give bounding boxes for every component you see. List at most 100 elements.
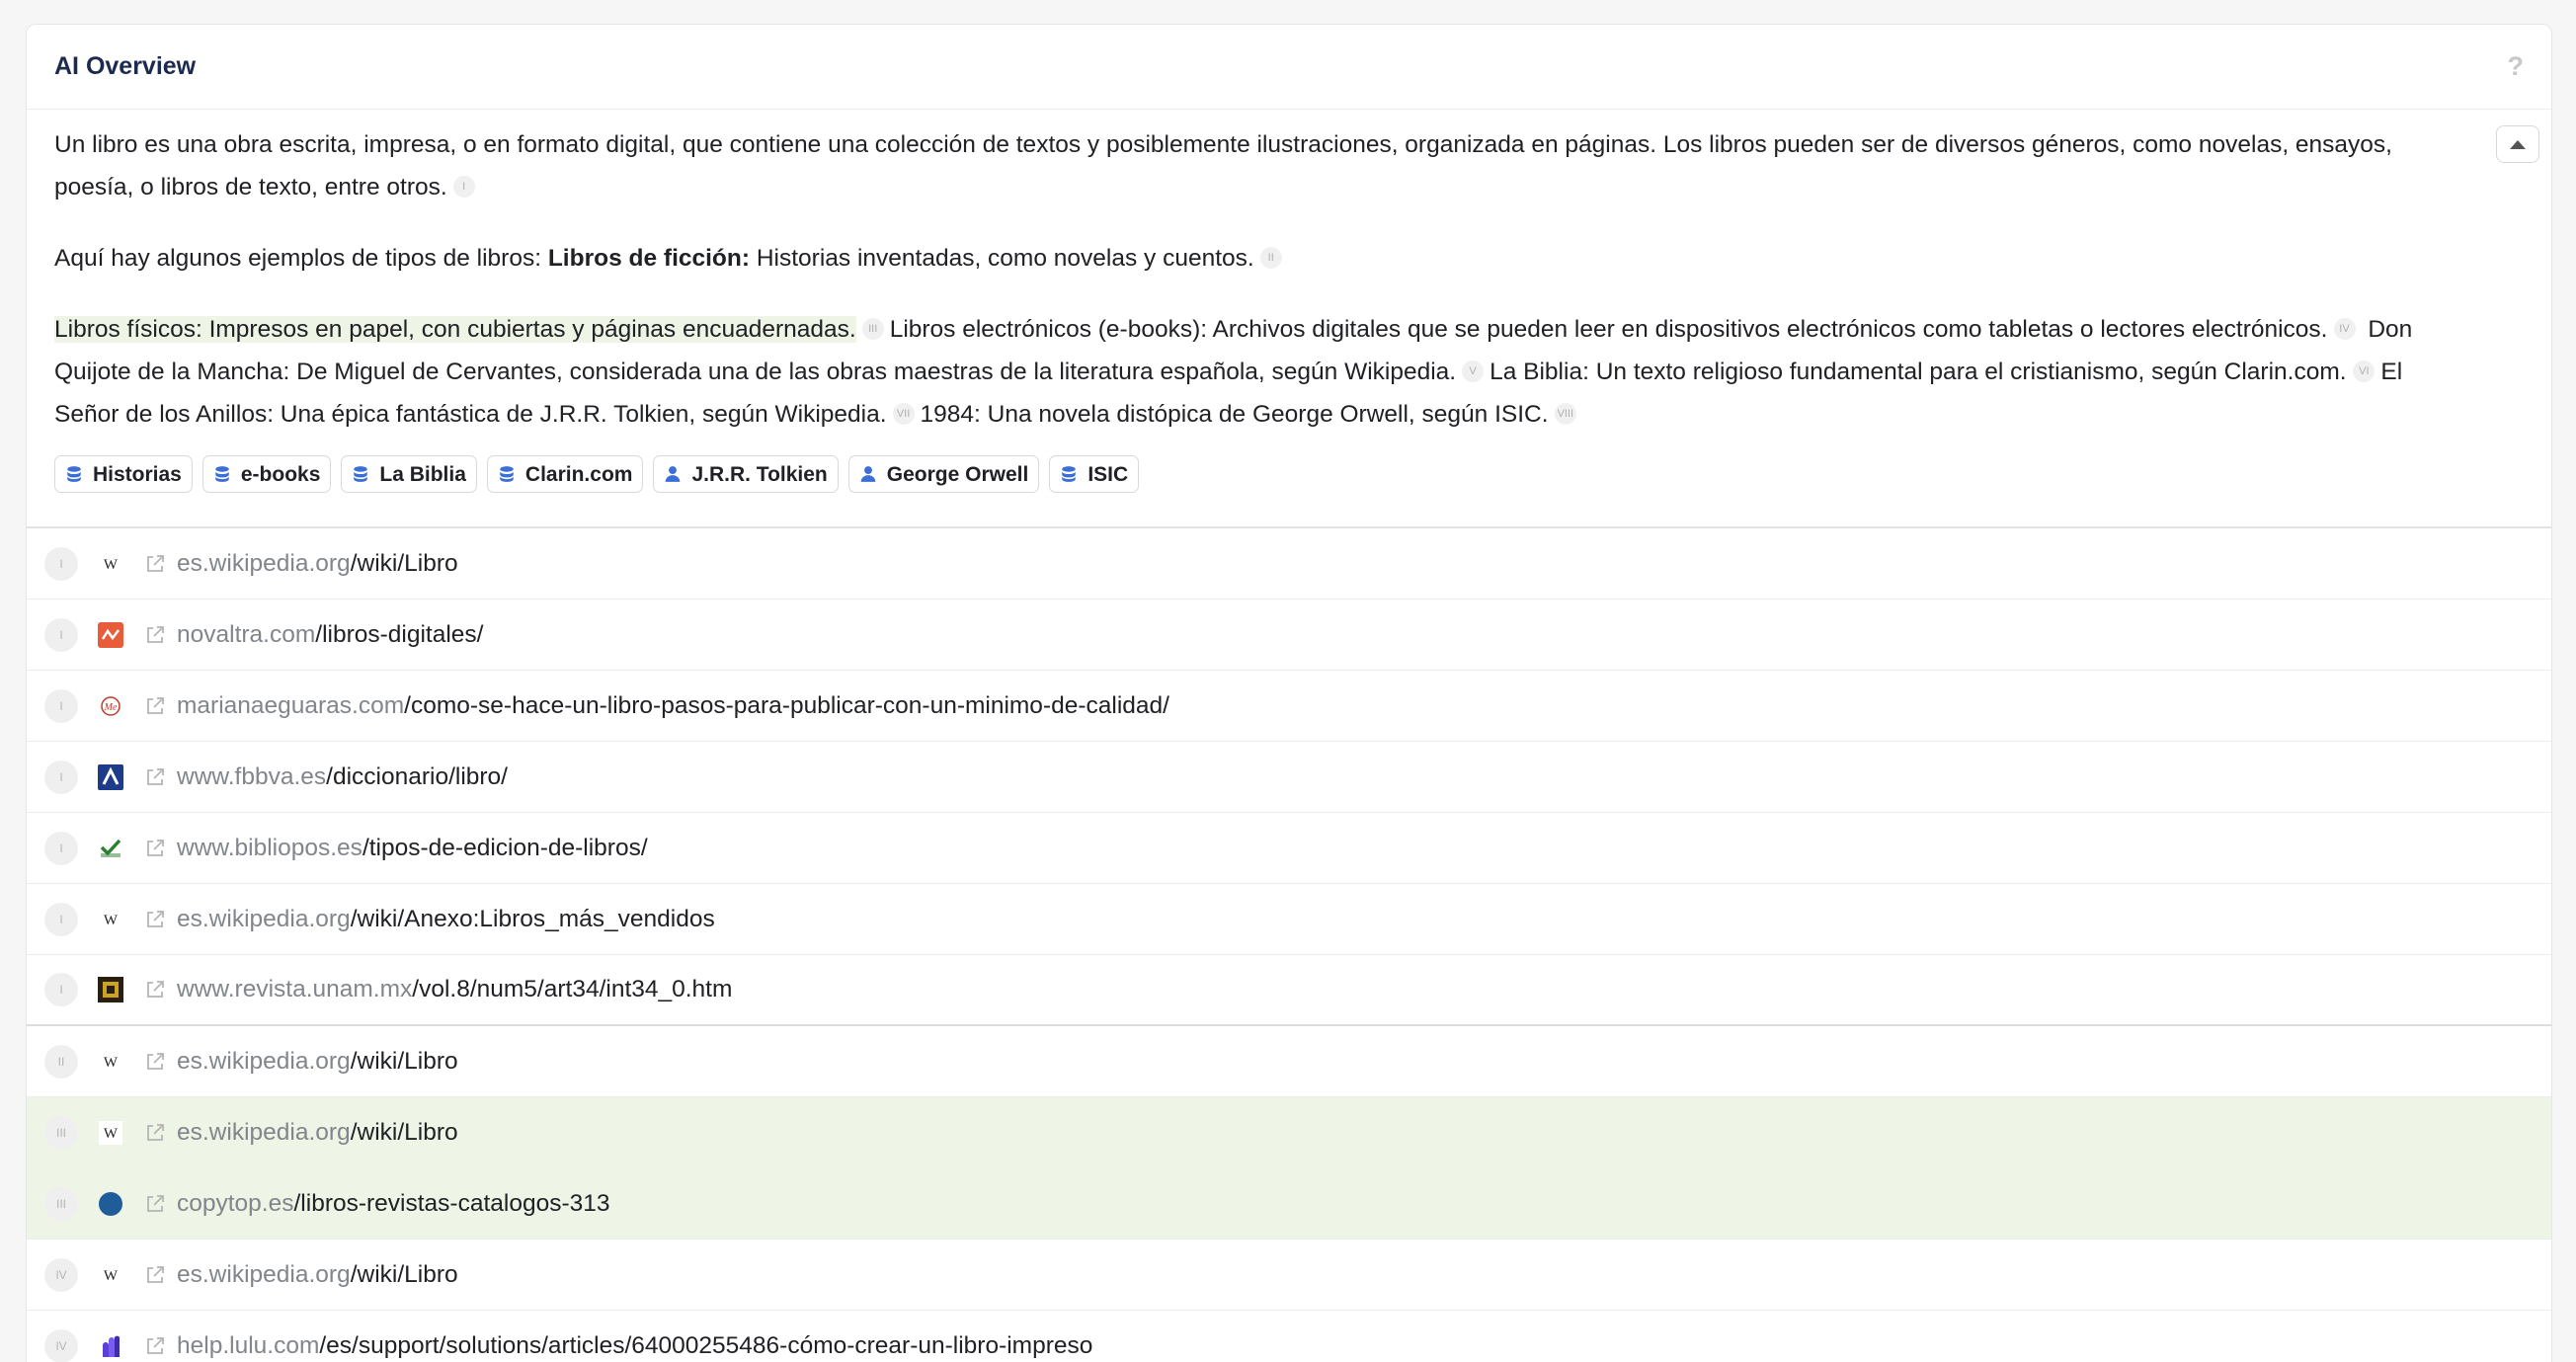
chip-ebooks[interactable]: e-books [202,455,332,493]
svg-text:Me: Me [104,702,118,713]
citation-ref[interactable]: VI [2353,361,2375,382]
chip-orwell[interactable]: George Orwell [848,455,1040,493]
source-row[interactable]: I www.revista.unam.mx/vol.8/num5/art34/i… [27,955,2551,1026]
external-link-icon [143,694,167,718]
external-link-icon [143,623,167,647]
chip-clarin[interactable]: Clarin.com [487,455,644,493]
chip-historias[interactable]: Historias [54,455,193,493]
external-link-icon [143,908,167,931]
wikipedia-icon: W [98,551,123,577]
external-link-icon [143,1121,167,1145]
citation-ref[interactable]: VII [893,403,915,425]
collapse-button[interactable] [2496,125,2539,163]
source-link[interactable]: www.fbbva.es/diccionario/libro/ [177,763,508,791]
citation-ref[interactable]: IV [2334,318,2356,340]
source-link[interactable]: es.wikipedia.org/wiki/Libro [177,550,458,578]
source-link[interactable]: es.wikipedia.org/wiki/Libro [177,1048,458,1076]
citation-ref[interactable]: II [1260,247,1282,269]
card-header: AI Overview ? [27,25,2551,110]
source-number: I [44,832,78,865]
bibliopos-icon [98,836,123,861]
source-row[interactable]: I Me marianaeguaras.com/como-se-hace-un-… [27,671,2551,742]
overview-text: Un libro es una obra escrita, impresa, o… [27,110,2551,526]
source-link[interactable]: es.wikipedia.org/wiki/Libro [177,1261,458,1289]
entity-chips: Historias e-books La Biblia Clarin.com J… [54,455,2441,493]
source-link[interactable]: www.revista.unam.mx/vol.8/num5/art34/int… [177,976,732,1003]
source-row[interactable]: I www.fbbva.es/diccionario/libro/ [27,742,2551,813]
database-icon [213,465,231,483]
wikipedia-icon: W [98,1049,123,1075]
source-link[interactable]: help.lulu.com/es/support/solutions/artic… [177,1332,1092,1360]
database-icon [352,465,369,483]
overview-paragraph-3: Libros físicos: Impresos en papel, con c… [54,308,2441,436]
source-number: IV [44,1329,78,1362]
source-number: III [44,1187,78,1221]
chip-la-biblia[interactable]: La Biblia [341,455,477,493]
lulu-icon [98,1333,123,1359]
wikipedia-icon: W [98,1262,123,1288]
svg-text:W: W [104,1126,119,1142]
citation-ref[interactable]: VIII [1555,403,1577,425]
sources-list: I W es.wikipedia.org/wiki/Libro I novalt… [27,526,2551,1362]
external-link-icon [143,978,167,1001]
external-link-icon [143,1050,167,1074]
source-number: I [44,761,78,794]
source-link[interactable]: www.bibliopos.es/tipos-de-edicion-de-lib… [177,835,648,862]
source-number: I [44,618,78,652]
source-number: I [44,547,78,581]
highlighted-text: Libros físicos: Impresos en papel, con c… [54,316,856,343]
source-row[interactable]: II W es.wikipedia.org/wiki/Libro [27,1026,2551,1097]
external-link-icon [143,1263,167,1287]
database-icon [498,465,516,483]
person-icon [664,465,682,483]
marianaeguaras-icon: Me [98,693,123,719]
ai-overview-card: AI Overview ? Un libro es una obra escri… [26,24,2552,1362]
fbbva-icon [98,764,123,790]
chip-tolkien[interactable]: J.R.R. Tolkien [653,455,838,493]
source-row[interactable]: I novaltra.com/libros-digitales/ [27,600,2551,671]
database-icon [1060,465,1078,483]
citation-ref[interactable]: III [862,318,884,340]
svg-text:W: W [104,1268,119,1284]
svg-text:W: W [104,557,119,573]
external-link-icon [143,552,167,576]
source-row[interactable]: I W es.wikipedia.org/wiki/Anexo:Libros_m… [27,884,2551,955]
copytop-icon [98,1191,123,1217]
source-number: III [44,1116,78,1150]
novaltra-icon [98,622,123,648]
external-link-icon [143,837,167,860]
overview-paragraph-2: Aquí hay algunos ejemplos de tipos de li… [54,237,2441,280]
source-number: I [44,689,78,723]
person-icon [859,465,877,483]
source-number: II [44,1045,78,1079]
external-link-icon [143,1192,167,1216]
source-link[interactable]: copytop.es/libros-revistas-catalogos-313 [177,1190,610,1218]
source-number: I [44,903,78,936]
source-link[interactable]: es.wikipedia.org/wiki/Anexo:Libros_más_v… [177,906,715,933]
citation-ref[interactable]: V [1462,361,1484,382]
source-row[interactable]: IV help.lulu.com/es/support/solutions/ar… [27,1311,2551,1362]
wikipedia-icon: W [98,1120,123,1146]
source-row[interactable]: III copytop.es/libros-revistas-catalogos… [27,1168,2551,1240]
citation-ref[interactable]: I [453,176,475,198]
source-row[interactable]: I W es.wikipedia.org/wiki/Libro [27,528,2551,600]
source-row[interactable]: I www.bibliopos.es/tipos-de-edicion-de-l… [27,813,2551,884]
source-link[interactable]: novaltra.com/libros-digitales/ [177,621,483,649]
overview-paragraph-1: Un libro es una obra escrita, impresa, o… [54,123,2441,208]
external-link-icon [143,765,167,789]
wikipedia-icon: W [98,907,123,932]
unam-icon [98,977,123,1002]
help-icon[interactable]: ? [2508,51,2525,82]
svg-text:W: W [104,913,119,928]
source-link[interactable]: marianaeguaras.com/como-se-hace-un-libro… [177,692,1169,720]
chevron-up-icon [2510,140,2526,149]
external-link-icon [143,1334,167,1358]
database-icon [65,465,83,483]
chip-isic[interactable]: ISIC [1049,455,1139,493]
source-number: I [44,973,78,1006]
source-link[interactable]: es.wikipedia.org/wiki/Libro [177,1119,458,1147]
source-row[interactable]: III W es.wikipedia.org/wiki/Libro [27,1097,2551,1168]
svg-text:W: W [104,1055,119,1071]
source-row[interactable]: IV W es.wikipedia.org/wiki/Libro [27,1240,2551,1311]
source-number: IV [44,1258,78,1292]
